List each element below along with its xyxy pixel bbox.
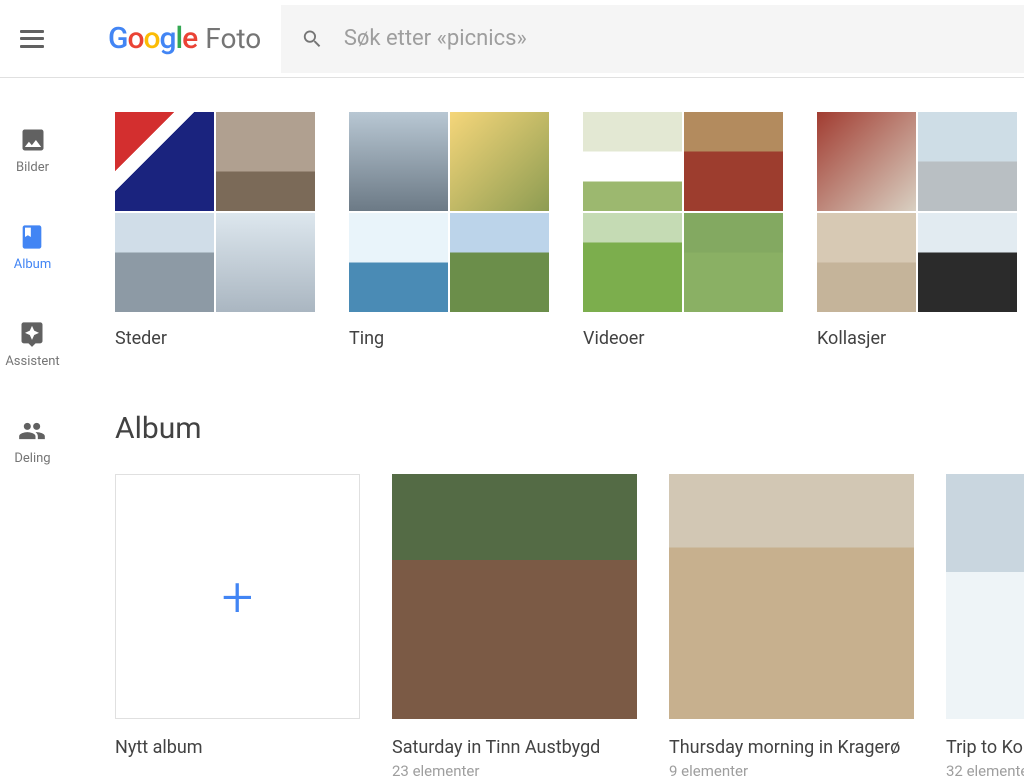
plus-icon: + bbox=[222, 564, 254, 630]
hamburger-menu-icon[interactable] bbox=[20, 30, 44, 48]
google-logo: Google bbox=[108, 21, 197, 56]
search-icon bbox=[301, 27, 324, 51]
sidebar-item-sharing[interactable]: Deling bbox=[14, 417, 50, 466]
app-header: Google Foto bbox=[0, 0, 1024, 78]
sidebar-item-label: Deling bbox=[14, 451, 50, 466]
album-title: Saturday in Tinn Austbygd bbox=[392, 737, 637, 758]
albums-row: + Nytt album Saturday in Tinn Austbygd 2… bbox=[115, 474, 1024, 780]
album-card[interactable]: Saturday in Tinn Austbygd 23 elementer bbox=[392, 474, 637, 780]
album-title: Thursday morning in Kragerø bbox=[669, 737, 914, 758]
category-thumbnail bbox=[349, 112, 549, 312]
album-title: Nytt album bbox=[115, 737, 360, 758]
categories-row: Steder Ting Videoer Kollasjer bbox=[115, 112, 1024, 349]
sidebar: Bilder Album Assistent Deling bbox=[0, 78, 65, 514]
search-input[interactable] bbox=[344, 26, 1004, 51]
category-thumbnail bbox=[115, 112, 315, 312]
album-thumbnail bbox=[946, 474, 1024, 719]
sidebar-item-label: Bilder bbox=[16, 160, 49, 175]
sidebar-item-label: Assistent bbox=[5, 354, 59, 369]
category-label: Videoer bbox=[583, 328, 783, 349]
search-box[interactable] bbox=[281, 5, 1024, 73]
album-thumbnail bbox=[392, 474, 637, 719]
category-collages[interactable]: Kollasjer bbox=[817, 112, 1017, 349]
assistant-icon bbox=[18, 320, 46, 348]
sidebar-item-label: Album bbox=[14, 257, 52, 272]
sidebar-item-albums[interactable]: Album bbox=[14, 223, 52, 272]
album-card[interactable]: Trip to Ko 32 elementer bbox=[946, 474, 1024, 780]
category-label: Steder bbox=[115, 328, 315, 349]
new-album-thumbnail: + bbox=[115, 474, 360, 719]
album-title: Trip to Ko bbox=[946, 737, 1024, 758]
album-item-count: 32 elementer bbox=[946, 762, 1024, 780]
main-content: Steder Ting Videoer Kollasjer Album bbox=[115, 112, 1024, 780]
photo-icon bbox=[19, 126, 47, 154]
logo-subtitle: Foto bbox=[205, 22, 261, 55]
sidebar-item-assistant[interactable]: Assistent bbox=[5, 320, 59, 369]
album-thumbnail bbox=[669, 474, 914, 719]
category-thumbnail bbox=[583, 112, 783, 312]
app-logo[interactable]: Google Foto bbox=[108, 21, 261, 56]
album-icon bbox=[18, 223, 46, 251]
album-card[interactable]: Thursday morning in Kragerø 9 elementer bbox=[669, 474, 914, 780]
sidebar-item-photos[interactable]: Bilder bbox=[16, 126, 49, 175]
album-item-count: 9 elementer bbox=[669, 762, 914, 780]
new-album-card[interactable]: + Nytt album bbox=[115, 474, 360, 780]
category-thumbnail bbox=[817, 112, 1017, 312]
category-label: Kollasjer bbox=[817, 328, 1017, 349]
album-item-count: 23 elementer bbox=[392, 762, 637, 780]
category-videos[interactable]: Videoer bbox=[583, 112, 783, 349]
people-icon bbox=[18, 417, 46, 445]
category-things[interactable]: Ting bbox=[349, 112, 549, 349]
category-places[interactable]: Steder bbox=[115, 112, 315, 349]
albums-section-title: Album bbox=[115, 411, 1024, 446]
category-label: Ting bbox=[349, 328, 549, 349]
